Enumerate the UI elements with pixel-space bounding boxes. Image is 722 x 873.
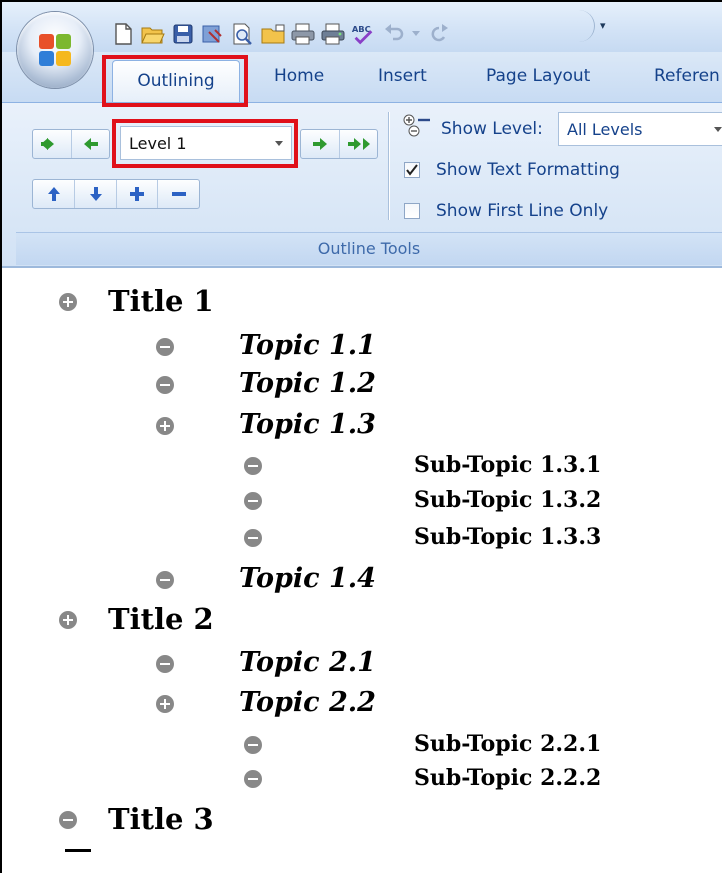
new-document-icon[interactable] [110,21,136,47]
word-window: ABC ▾ Outlining Home Insert Page Layout [0,0,722,873]
dropdown-arrow-icon [714,127,722,132]
promote-to-heading-1-button[interactable] [33,130,71,158]
outline-item-level-3[interactable]: Sub-Topic 1.3.3 [414,524,601,550]
print-preview-icon[interactable] [230,21,256,47]
save-as-icon[interactable] [200,21,226,47]
checkmark-icon [406,164,418,176]
customize-qat-icon[interactable]: ▾ [600,19,606,32]
collapse-minus-icon[interactable] [244,736,262,754]
show-text-formatting-label: Show Text Formatting [436,160,620,180]
show-first-line-only-row[interactable]: Show First Line Only [404,198,608,224]
move-down-button[interactable] [74,180,116,208]
expand-plus-icon[interactable] [156,695,174,713]
up-arrow-icon [47,187,60,201]
outline-item-level-1[interactable]: Title 2 [108,602,214,636]
promote-button[interactable] [71,130,109,158]
outline-item-level-3[interactable]: Sub-Topic 1.3.2 [414,487,601,513]
expand-plus-icon[interactable] [59,293,77,311]
demote-to-body-text-button[interactable] [339,130,377,158]
show-text-formatting-checkbox[interactable] [404,162,420,178]
left-arrow-icon [83,138,98,150]
move-up-button[interactable] [33,180,74,208]
level-dropdown-highlight [112,119,298,168]
quick-print-icon[interactable] [290,21,316,47]
collapse-minus-icon[interactable] [244,770,262,788]
outline-item-level-3[interactable]: Sub-Topic 2.2.2 [414,765,601,791]
show-level-value: All Levels [567,120,643,139]
tab-insert[interactable]: Insert [378,66,427,86]
tab-references[interactable]: Referen [654,66,720,86]
save-icon[interactable] [170,21,196,47]
print-icon[interactable] [320,21,346,47]
collapse-minus-icon[interactable] [156,376,174,394]
insertion-mark [65,849,91,852]
open-recent-icon[interactable] [260,21,286,47]
show-text-formatting-row[interactable]: Show Text Formatting [404,157,620,183]
show-level-dropdown[interactable]: All Levels [558,112,722,146]
outline-item-level-2[interactable]: Topic 1.4 [239,563,376,594]
minus-icon [171,192,186,196]
double-left-arrow-icon [41,138,54,150]
collapse-minus-icon[interactable] [156,655,174,673]
title-bar: ABC ▾ [2,2,722,52]
demote-button[interactable] [301,130,339,158]
undo-icon[interactable] [380,21,406,47]
open-folder-icon[interactable] [140,21,166,47]
outline-item-level-1[interactable]: Title 1 [108,284,214,318]
group-label: Outline Tools [317,239,421,258]
collapse-minus-icon[interactable] [59,811,77,829]
show-first-line-only-checkbox[interactable] [404,203,420,219]
show-first-line-only-label: Show First Line Only [436,201,609,221]
quick-access-toolbar: ABC [110,14,610,54]
office-button[interactable] [17,12,93,88]
double-right-arrow-icon [347,138,370,150]
right-arrow-icon [313,138,327,150]
collapse-minus-icon[interactable] [156,338,174,356]
outline-item-level-2[interactable]: Topic 1.1 [239,330,376,361]
move-expand-button-group [32,179,200,209]
outline-item-level-2[interactable]: Topic 1.2 [239,368,376,399]
office-logo-icon [39,34,71,66]
show-level-label: Show Level: [441,119,543,139]
promote-button-group [32,129,110,159]
outline-item-level-2[interactable]: Topic 2.1 [239,647,376,678]
down-arrow-icon [89,187,102,201]
outline-item-level-1[interactable]: Title 3 [108,802,214,836]
tab-page-layout[interactable]: Page Layout [486,66,590,86]
outline-item-level-3[interactable]: Sub-Topic 1.3.1 [414,452,601,478]
outline-item-level-2[interactable]: Topic 2.2 [239,687,376,718]
collapse-button[interactable] [157,180,199,208]
undo-dropdown-icon[interactable] [410,21,422,47]
collapse-minus-icon[interactable] [156,571,174,589]
collapse-minus-icon[interactable] [244,492,262,510]
show-level-icon [403,114,430,137]
outline-item-level-3[interactable]: Sub-Topic 2.2.1 [414,731,601,757]
group-divider [388,112,389,220]
expand-plus-icon[interactable] [59,611,77,629]
spelling-grammar-icon[interactable]: ABC [350,21,376,47]
outline-item-level-2[interactable]: Topic 1.3 [239,409,376,440]
outlining-tab-highlight [102,55,248,107]
tab-home[interactable]: Home [274,66,324,86]
collapse-minus-icon[interactable] [244,529,262,547]
outline-tools-group-footer: Outline Tools [16,232,722,265]
collapse-minus-icon[interactable] [244,457,262,475]
redo-icon[interactable] [426,21,452,47]
expand-button[interactable] [115,180,158,208]
expand-plus-icon[interactable] [156,417,174,435]
demote-button-group [300,129,378,159]
plus-icon [130,187,145,201]
